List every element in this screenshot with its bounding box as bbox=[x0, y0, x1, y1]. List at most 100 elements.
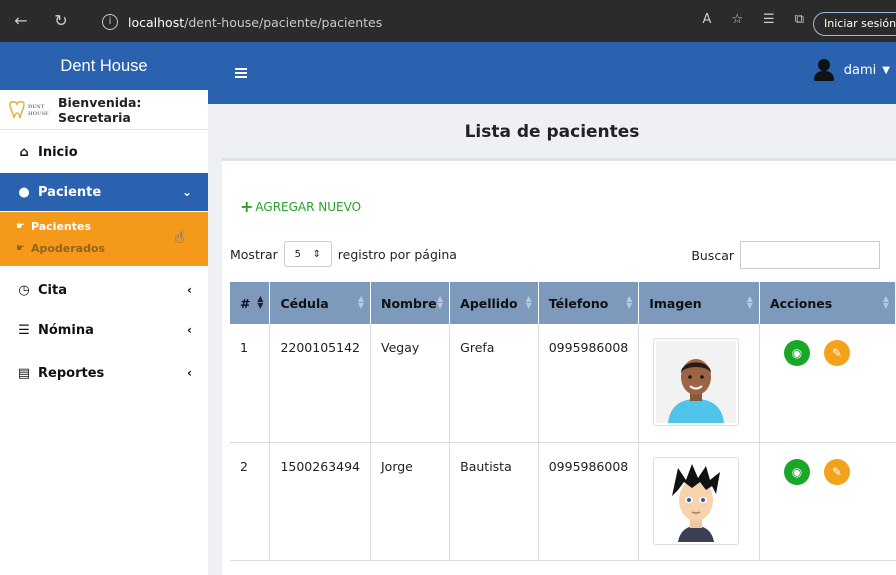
home-icon: ⌂ bbox=[19, 144, 29, 160]
sort-icon: ▲ ▼ bbox=[525, 294, 532, 310]
cell-imagen bbox=[638, 324, 760, 442]
submenu-item-pacientes[interactable]: ☛ Pacientes bbox=[16, 220, 91, 233]
table-row: 2 1500263494 Jorge Bautista 0995986008 ◉… bbox=[230, 442, 896, 560]
hand-pointer-icon: ☛ bbox=[16, 221, 25, 232]
cell-nombre: Jorge bbox=[370, 442, 451, 560]
column-header-imagen[interactable]: Imagen ▲ ▼ bbox=[638, 282, 760, 324]
row-actions: ◉ ✎ bbox=[770, 340, 886, 366]
sidebar-item-label: Reportes bbox=[38, 365, 105, 381]
column-header-telefono[interactable]: Télefono ▲ ▼ bbox=[538, 282, 640, 324]
sidebar-item-cita[interactable]: ◷ Cita ‹ bbox=[0, 271, 208, 309]
address-bar[interactable]: i localhost/dent-house/paciente/paciente… bbox=[102, 11, 662, 33]
row-actions: ◉ ✎ bbox=[770, 458, 886, 485]
signin-button[interactable]: Iniciar sesión bbox=[813, 12, 896, 36]
mouse-cursor-icon: ☝ bbox=[175, 228, 185, 246]
column-header-cedula[interactable]: Cédula ▲ ▼ bbox=[269, 282, 371, 324]
user-menu[interactable]: dami ▼ bbox=[813, 59, 890, 81]
edit-icon: ✎ bbox=[831, 464, 842, 479]
cell-telefono: 0995986008 bbox=[538, 442, 640, 560]
file-icon: ▤ bbox=[17, 365, 31, 381]
patient-photo bbox=[653, 338, 740, 426]
sort-icon: ▲ ▼ bbox=[436, 294, 444, 310]
search-label: Buscar bbox=[691, 247, 734, 263]
main-content: Lista de pacientes + AGREGAR NUEVO Mostr… bbox=[208, 104, 896, 575]
sort-asc-icon: ▲ ▼ bbox=[257, 294, 264, 310]
welcome-text: Bienvenida: Secretaria bbox=[58, 94, 142, 125]
browser-toolbar: ← ↻ i localhost/dent-house/paciente/paci… bbox=[0, 0, 896, 42]
edit-button[interactable]: ✎ bbox=[823, 458, 850, 485]
sidebar-item-paciente[interactable]: ● Paciente ⌄ bbox=[0, 173, 208, 211]
welcome-banner: DENT HOUSE Bienvenida: Secretaria bbox=[0, 90, 208, 130]
edit-icon: ✎ bbox=[831, 346, 842, 360]
reload-icon[interactable]: ↻ bbox=[52, 12, 70, 30]
patients-table: # ▲ ▼ Cédula ▲ ▼ Nombre ▲ ▼ Apellido ▲ ▼ Télefon… bbox=[230, 282, 896, 561]
info-icon[interactable]: i bbox=[102, 14, 118, 30]
chevron-left-icon: ‹ bbox=[187, 323, 192, 337]
list-icon: ☰ bbox=[18, 322, 30, 338]
user-name: dami bbox=[843, 62, 877, 78]
eye-icon: ◉ bbox=[791, 346, 803, 360]
sidebar-item-label: Paciente bbox=[38, 184, 102, 200]
show-suffix: registro por página bbox=[337, 246, 457, 262]
read-aloud-icon[interactable]: A bbox=[702, 12, 711, 27]
cell-cedula: 1500263494 bbox=[269, 442, 371, 560]
search-control: Buscar bbox=[691, 241, 880, 269]
add-new-label: AGREGAR NUEVO bbox=[255, 199, 362, 214]
collections-icon[interactable]: ⧉ bbox=[795, 12, 804, 27]
column-header-nombre[interactable]: Nombre ▲ ▼ bbox=[370, 282, 451, 324]
cell-cedula: 2200105142 bbox=[269, 324, 371, 442]
show-prefix: Mostrar bbox=[230, 246, 278, 262]
top-navbar: dami ▼ bbox=[208, 42, 896, 104]
cell-acciones: ◉ ✎ bbox=[759, 442, 895, 560]
caret-down-icon: ▼ bbox=[882, 64, 890, 76]
hand-pointer-icon: ☛ bbox=[16, 243, 25, 254]
sort-icon: ▲ ▼ bbox=[626, 294, 633, 310]
view-button[interactable]: ◉ bbox=[783, 458, 810, 485]
sidebar-item-inicio[interactable]: ⌂ Inicio bbox=[0, 133, 208, 171]
favorites-list-icon[interactable]: ☰ bbox=[763, 12, 775, 27]
page-length-control: Mostrar 5 ⇕ registro por página bbox=[230, 241, 457, 267]
page-size-select[interactable]: 5 ⇕ bbox=[283, 241, 332, 267]
table-row: 1 2200105142 Vegay Grefa 0995986008 ◉ ✎ bbox=[230, 324, 896, 442]
submenu-item-apoderados[interactable]: ☛ Apoderados bbox=[16, 242, 105, 255]
search-input[interactable] bbox=[740, 241, 880, 269]
column-header-number[interactable]: # ▲ ▼ bbox=[230, 282, 271, 324]
app-brand[interactable]: Dent House bbox=[0, 42, 208, 90]
url-host: localhost bbox=[128, 14, 185, 30]
view-button[interactable]: ◉ bbox=[783, 340, 810, 366]
cell-apellido: Grefa bbox=[449, 324, 539, 442]
sort-icon: ▲ ▼ bbox=[882, 294, 889, 310]
svg-text:HOUSE: HOUSE bbox=[28, 111, 49, 117]
cell-telefono: 0995986008 bbox=[538, 324, 640, 442]
page-title: Lista de pacientes bbox=[464, 122, 640, 142]
sidebar-item-label: Inicio bbox=[38, 144, 78, 160]
clinic-logo: DENT HOUSE bbox=[6, 100, 50, 120]
sidebar-item-reportes[interactable]: ▤ Reportes ‹ bbox=[0, 354, 208, 392]
user-avatar-icon bbox=[813, 59, 835, 81]
chevron-left-icon: ‹ bbox=[187, 283, 192, 297]
svg-text:DENT: DENT bbox=[28, 104, 45, 110]
patients-card: + AGREGAR NUEVO Mostrar 5 ⇕ registro por… bbox=[222, 158, 896, 575]
eye-icon: ◉ bbox=[791, 464, 803, 479]
favorite-icon[interactable]: ☆ bbox=[731, 12, 743, 27]
add-new-button[interactable]: + AGREGAR NUEVO bbox=[240, 197, 361, 216]
page-size-value: 5 bbox=[294, 248, 301, 260]
sidebar-item-nomina[interactable]: ☰ Nómina ‹ bbox=[0, 311, 208, 349]
browser-actions: A ☆ ☰ ⧉ bbox=[702, 12, 804, 27]
table-header-row: # ▲ ▼ Cédula ▲ ▼ Nombre ▲ ▼ Apellido ▲ ▼ Télefon… bbox=[230, 282, 896, 324]
plus-icon: + bbox=[240, 197, 254, 216]
select-arrows-icon: ⇕ bbox=[312, 248, 321, 260]
url-path: /dent-house/paciente/pacientes bbox=[184, 14, 383, 30]
back-icon[interactable]: ← bbox=[12, 12, 30, 30]
column-header-apellido[interactable]: Apellido ▲ ▼ bbox=[449, 282, 539, 324]
edit-button[interactable]: ✎ bbox=[823, 340, 850, 366]
chevron-left-icon: ‹ bbox=[187, 366, 192, 380]
menu-toggle-icon[interactable] bbox=[235, 68, 247, 78]
cell-nombre: Vegay bbox=[370, 324, 451, 442]
cell-imagen bbox=[638, 442, 760, 560]
sort-icon: ▲ ▼ bbox=[357, 294, 364, 310]
sort-icon: ▲ ▼ bbox=[746, 294, 753, 310]
submenu-item-label: Pacientes bbox=[30, 220, 92, 233]
cell-acciones: ◉ ✎ bbox=[759, 324, 895, 442]
column-header-acciones[interactable]: Acciones ▲ ▼ bbox=[759, 282, 896, 324]
